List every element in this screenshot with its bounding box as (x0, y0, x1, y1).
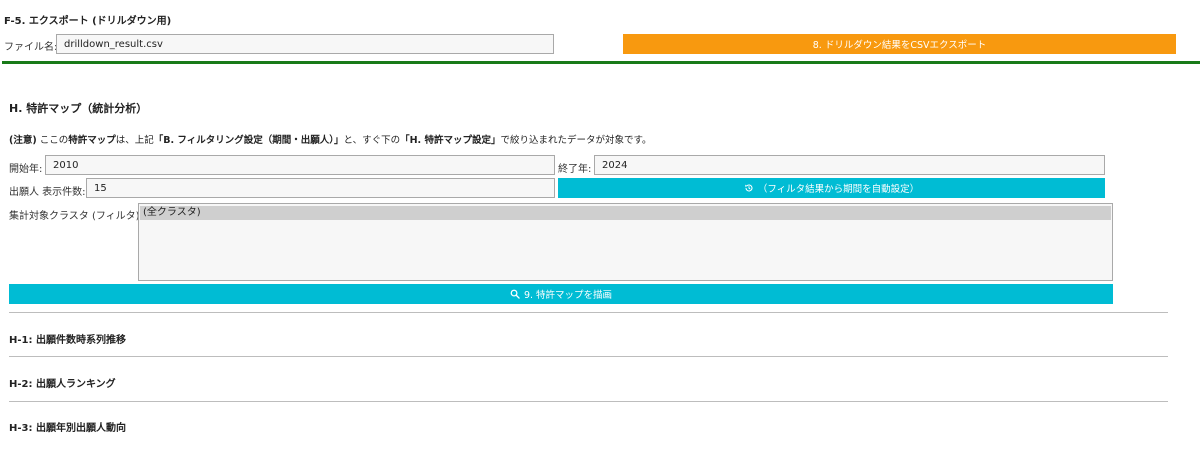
cluster-listbox[interactable]: (全クラスタ) (138, 203, 1113, 281)
cluster-option-all[interactable]: (全クラスタ) (140, 206, 1111, 220)
note-text: ここの (36, 135, 69, 146)
start-year-label: 開始年: (9, 164, 43, 175)
note-text: と、すぐ下の (343, 135, 401, 146)
h1-section-title: H-1: 出願件数時系列推移 (9, 335, 126, 346)
section-divider-green (2, 61, 1200, 64)
end-year-input[interactable]: 2024 (594, 155, 1105, 175)
h2-section-title: H-2: 出願人ランキング (9, 379, 116, 390)
h3-section-title: H-3: 出願年別出願人動向 (9, 423, 126, 434)
cluster-filter-label: 集計対象クラスタ (フィルタ): (9, 211, 143, 222)
patent-map-note: (注意) ここの特許マップは、上記「B. フィルタリング設定（期間・出願人）」と… (9, 132, 652, 146)
start-year-input[interactable]: 2010 (45, 155, 555, 175)
applicant-count-label: 出願人 表示件数: (9, 187, 86, 198)
note-bold: 「H. 特許マップ設定」 (400, 135, 501, 146)
section-divider (9, 312, 1168, 313)
note-text: で絞り込まれたデータが対象です。 (500, 135, 652, 146)
export-section-title: F-5. エクスポート (ドリルダウン用) (4, 16, 172, 27)
note-text: は、上記 (115, 135, 154, 146)
note-bold: 「B. フィルタリング設定（期間・出願人）」 (153, 135, 344, 146)
search-icon (510, 289, 520, 299)
filename-label: ファイル名: (4, 42, 58, 53)
filename-input[interactable]: drilldown_result.csv (56, 34, 554, 54)
applicant-count-input[interactable]: 15 (86, 178, 555, 198)
note-prefix: (注意) (9, 135, 37, 146)
auto-period-button-label: （フィルタ結果から期間を自動設定） (757, 184, 920, 195)
csv-export-button[interactable]: 8. ドリルダウン結果をCSVエクスポート (623, 34, 1176, 54)
draw-patent-map-button[interactable]: 9. 特許マップを描画 (9, 284, 1113, 304)
section-divider (9, 356, 1168, 357)
auto-period-button[interactable]: （フィルタ結果から期間を自動設定） (558, 178, 1105, 198)
history-icon (744, 183, 754, 193)
draw-patent-map-button-label: 9. 特許マップを描画 (523, 290, 613, 301)
patent-map-title: H. 特許マップ（統計分析） (9, 102, 148, 115)
end-year-label: 終了年: (558, 164, 592, 175)
note-bold: 特許マップ (68, 135, 116, 146)
section-divider (9, 401, 1168, 402)
